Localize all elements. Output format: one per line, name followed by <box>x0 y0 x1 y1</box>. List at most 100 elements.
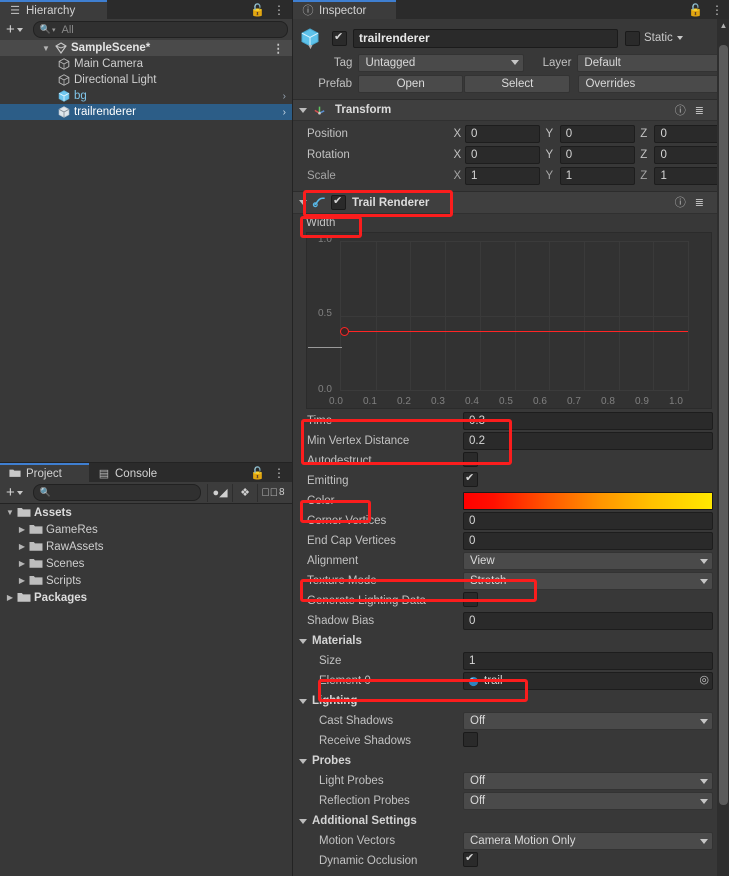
avatar-filter-icon[interactable]: ●◢ <box>207 483 232 502</box>
scroll-up-arrow-icon[interactable]: ▲ <box>717 19 729 32</box>
chevron-down-icon[interactable] <box>299 200 307 205</box>
chevron-right-icon[interactable]: ▶ <box>4 593 16 602</box>
lock-icon[interactable]: 🔓 <box>250 467 265 479</box>
rotation-x-input[interactable]: 0 <box>464 145 541 164</box>
motion-vectors-dropdown[interactable]: Camera Motion Only <box>463 832 713 850</box>
chevron-right-icon[interactable]: ▶ <box>16 559 28 568</box>
hierarchy-item-directional-light[interactable]: Directional Light <box>0 72 292 88</box>
tab-console[interactable]: ▤ Console <box>89 463 182 482</box>
chevron-right-icon[interactable]: ▶ <box>16 525 28 534</box>
chevron-down-icon[interactable]: ▼ <box>4 508 16 517</box>
curve-x-tick: 0.2 <box>397 396 411 407</box>
chevron-right-icon[interactable]: › <box>283 91 286 102</box>
inspector-scrollbar-thumb[interactable] <box>719 45 728 805</box>
axis-label-z: Z <box>640 127 648 140</box>
emitting-checkbox[interactable] <box>463 471 478 487</box>
end-cap-vertices-input[interactable]: 0 <box>463 532 713 550</box>
rotation-y-input[interactable]: 0 <box>559 145 636 164</box>
section-header-lighting[interactable]: Lighting <box>293 691 729 711</box>
project-search-input[interactable]: 🔍 <box>32 484 201 501</box>
project-add-button[interactable]: + <box>4 484 25 501</box>
object-picker-icon[interactable]: ◎ <box>699 673 709 686</box>
project-item-scripts[interactable]: ▶ Scripts <box>0 572 292 589</box>
generate-lighting-data-checkbox[interactable] <box>463 592 478 607</box>
hierarchy-add-button[interactable]: + <box>4 21 25 38</box>
tab-project-label: Project <box>26 467 62 480</box>
section-header-probes[interactable]: Probes <box>293 751 729 771</box>
position-x-input[interactable]: 0 <box>464 124 541 143</box>
prefab-select-button[interactable]: Select <box>464 74 571 93</box>
shadow-bias-input[interactable]: 0 <box>463 612 713 630</box>
receive-shadows-checkbox[interactable] <box>463 732 478 747</box>
lock-icon[interactable]: 🔓 <box>250 4 265 16</box>
chevron-down-icon[interactable] <box>299 107 307 113</box>
inspector-scrollbar[interactable]: ▲ <box>717 19 729 876</box>
dynamic-occlusion-checkbox[interactable] <box>463 851 478 867</box>
alignment-dropdown[interactable]: View <box>463 552 713 570</box>
kebab-menu-icon[interactable]: ⋮ <box>273 41 285 55</box>
scale-y-input[interactable]: 1 <box>559 166 636 185</box>
time-input[interactable]: 0.3 <box>463 412 713 430</box>
lock-icon[interactable]: 🔓 <box>688 4 703 16</box>
light-probes-dropdown[interactable]: Off <box>463 772 713 790</box>
axis-label-x: X <box>453 127 462 140</box>
project-item-gameres[interactable]: ▶ GameRes <box>0 521 292 538</box>
help-icon[interactable]: ⓘ <box>675 194 686 210</box>
materials-size-input[interactable]: 1 <box>463 652 713 670</box>
prefab-open-button[interactable]: Open <box>358 74 464 93</box>
hierarchy-search-input[interactable]: 🔍 ▾ All <box>32 21 288 38</box>
project-item-assets[interactable]: ▼ Assets <box>0 504 292 521</box>
visibility-icon[interactable]: 👁⃠ 8 <box>257 483 288 502</box>
project-item-rawassets[interactable]: ▶ RawAssets <box>0 538 292 555</box>
scale-x-input[interactable]: 1 <box>464 166 541 185</box>
preset-icon[interactable]: ≣ <box>695 196 704 209</box>
corner-vertices-input[interactable]: 0 <box>463 512 713 530</box>
layer-dropdown[interactable]: Default <box>577 53 729 72</box>
help-icon[interactable]: ⓘ <box>675 102 686 118</box>
project-item-packages[interactable]: ▶ Packages <box>0 589 292 606</box>
chevron-right-icon[interactable]: ▶ <box>16 576 28 585</box>
chevron-down-icon[interactable] <box>676 36 683 40</box>
static-checkbox[interactable] <box>625 30 640 46</box>
cast-shadows-dropdown[interactable]: Off <box>463 712 713 730</box>
chevron-down-icon[interactable] <box>299 698 307 704</box>
gameobject-enabled-checkbox[interactable] <box>332 30 347 46</box>
tab-hierarchy[interactable]: ☰ Hierarchy <box>0 0 107 19</box>
chevron-down-icon[interactable] <box>299 818 307 824</box>
project-item-scenes[interactable]: ▶ Scenes <box>0 555 292 572</box>
chevron-down-icon[interactable]: ▼ <box>40 44 52 53</box>
chevron-right-icon[interactable]: ▶ <box>16 542 28 551</box>
label-filter-icon[interactable]: ❖ <box>232 483 257 502</box>
gameobject-name-input[interactable]: trailrenderer <box>353 28 618 48</box>
kebab-menu-icon[interactable]: ⋮ <box>273 4 285 16</box>
preset-icon[interactable]: ≣ <box>695 104 704 117</box>
autodestruct-checkbox[interactable] <box>463 452 478 467</box>
color-gradient-field[interactable] <box>463 492 713 510</box>
component-header-transform[interactable]: Transform ⓘ ≣ ⋮ <box>293 99 729 121</box>
chevron-right-icon[interactable]: › <box>283 107 286 118</box>
component-header-trail-renderer[interactable]: Trail Renderer ⓘ ≣ ⋮ <box>293 191 729 214</box>
kebab-menu-icon[interactable]: ⋮ <box>711 4 723 16</box>
prefab-overrides-dropdown[interactable]: Overrides <box>578 74 729 93</box>
position-y-input[interactable]: 0 <box>559 124 636 143</box>
trail-renderer-enabled-checkbox[interactable] <box>331 194 346 210</box>
texture-mode-dropdown[interactable]: Stretch <box>463 572 713 590</box>
hierarchy-item-trailrenderer[interactable]: trailrenderer › <box>0 104 292 120</box>
tab-project[interactable]: Project <box>0 463 89 482</box>
hierarchy-item-bg[interactable]: bg › <box>0 88 292 104</box>
kebab-menu-icon[interactable]: ⋮ <box>273 467 285 479</box>
reflection-probes-dropdown[interactable]: Off <box>463 792 713 810</box>
curve-keyframe-point[interactable] <box>340 327 349 337</box>
section-header-materials[interactable]: Materials <box>293 631 729 651</box>
min-vertex-distance-input[interactable]: 0.2 <box>463 432 713 450</box>
tag-dropdown[interactable]: Untagged <box>358 53 524 72</box>
corner-vertices-value: 0 <box>469 515 476 527</box>
chevron-down-icon[interactable] <box>299 638 307 644</box>
tab-inspector[interactable]: ⓘ Inspector <box>293 0 396 19</box>
material-object-field[interactable]: trail <box>463 672 713 690</box>
width-curve-graph[interactable]: 1.0 0.5 0.0 0.0 0.1 0.2 0.3 0.4 0.5 0.6 … <box>306 232 712 409</box>
hierarchy-item-main-camera[interactable]: Main Camera <box>0 56 292 72</box>
section-header-additional-settings[interactable]: Additional Settings <box>293 811 729 831</box>
chevron-down-icon[interactable] <box>299 758 307 764</box>
hierarchy-item-samplescene[interactable]: ▼ SampleScene* ⋮ <box>0 40 292 56</box>
